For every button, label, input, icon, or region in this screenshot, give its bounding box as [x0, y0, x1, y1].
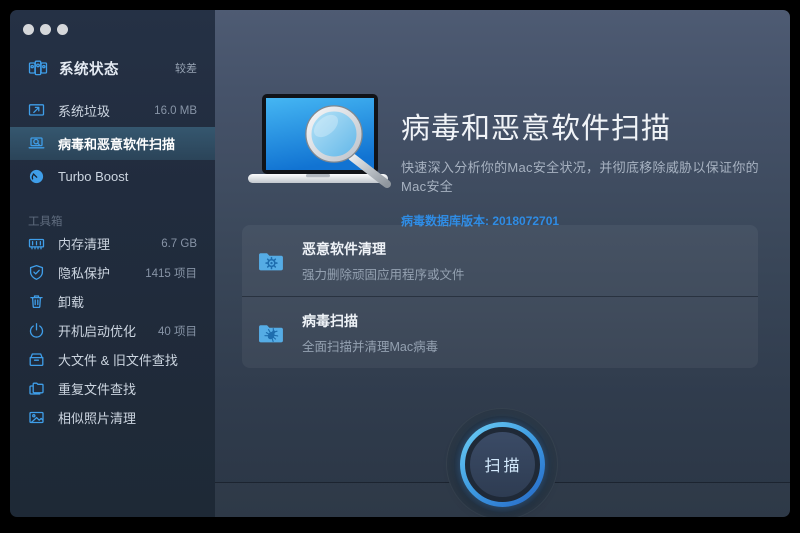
card-description: 强力删除顽固应用程序或文件: [302, 264, 465, 283]
system-status-icon: [28, 58, 48, 78]
virus-folder-icon: [258, 322, 285, 344]
close-button[interactable]: [23, 24, 34, 35]
card-title: 病毒扫描: [302, 311, 438, 331]
sidebar-item-label: Turbo Boost: [58, 169, 128, 184]
sidebar-item-memory-clean[interactable]: 内存清理 6.7 GB: [10, 229, 215, 258]
sidebar-item-label: 开机启动优化: [58, 321, 136, 340]
sidebar-item-virus-malware-scan[interactable]: 病毒和恶意软件扫描: [10, 127, 215, 160]
card-virus-scan[interactable]: 病毒扫描 全面扫描并清理Mac病毒: [242, 297, 758, 368]
minimize-button[interactable]: [40, 24, 51, 35]
memory-icon: [28, 235, 45, 252]
sidebar-item-label: 系统垃圾: [58, 101, 110, 120]
main-panel: 病毒和恶意软件扫描 快速深入分析你的Mac安全状况，并彻底移除威胁以保证你的Ma…: [215, 10, 790, 517]
sidebar-item-label: 内存清理: [58, 234, 110, 253]
scan-button-ring: 扫描: [460, 422, 545, 507]
sidebar-item-value: 16.0 MB: [154, 105, 197, 117]
card-malware-clean[interactable]: 恶意软件清理 强力删除顽固应用程序或文件: [242, 225, 758, 297]
system-status-badge: 较差: [175, 60, 197, 76]
laptop-scan-icon: [28, 135, 45, 152]
sidebar-item-large-old-files[interactable]: 大文件 & 旧文件查找: [10, 345, 215, 374]
sidebar-item-uninstall[interactable]: 卸载: [10, 287, 215, 316]
window-controls: [23, 24, 68, 35]
sidebar-item-privacy[interactable]: 隐私保护 1415 项目: [10, 258, 215, 287]
zoom-button[interactable]: [57, 24, 68, 35]
page-subtitle: 快速深入分析你的Mac安全状况，并彻底移除威胁以保证你的Mac安全: [401, 157, 776, 195]
monitor-arrow-icon: [28, 102, 45, 119]
sidebar-nav: 系统垃圾 16.0 MB 病毒和恶意软件扫描: [10, 94, 215, 193]
sidebar-toolbox: 内存清理 6.7 GB 隐私保护 1415 项目: [10, 229, 215, 432]
page-title: 病毒和恶意软件扫描: [401, 105, 776, 147]
tool-cards: 恶意软件清理 强力删除顽固应用程序或文件: [242, 225, 758, 368]
sidebar-item-label: 隐私保护: [58, 263, 110, 282]
photo-icon: [28, 409, 45, 426]
power-icon: [28, 322, 45, 339]
scan-button[interactable]: 扫描: [454, 416, 550, 512]
sidebar-item-startup-optimize[interactable]: 开机启动优化 40 项目: [10, 316, 215, 345]
speedometer-icon: [28, 168, 45, 185]
sidebar-item-label: 重复文件查找: [58, 379, 136, 398]
sidebar-item-label: 病毒和恶意软件扫描: [58, 134, 175, 153]
malware-folder-icon: [258, 250, 285, 272]
sidebar-item-label: 大文件 & 旧文件查找: [58, 350, 178, 369]
scan-button-label: 扫描: [481, 452, 522, 476]
sidebar-item-similar-photos[interactable]: 相似照片清理: [10, 403, 215, 432]
sidebar-item-value: 40 项目: [158, 323, 197, 339]
card-description: 全面扫描并清理Mac病毒: [302, 336, 438, 355]
shield-check-icon: [28, 264, 45, 281]
card-title: 恶意软件清理: [302, 239, 465, 259]
laptop-magnifier-illustration: [248, 94, 400, 201]
app-window: 系统状态 较差 系统垃圾 16.0 MB: [10, 10, 790, 517]
duplicate-folders-icon: [28, 380, 45, 397]
sidebar-item-label: 相似照片清理: [58, 408, 136, 427]
sidebar-item-system-status[interactable]: 系统状态 较差: [10, 50, 215, 86]
archive-box-icon: [28, 351, 45, 368]
sidebar-item-duplicate-files[interactable]: 重复文件查找: [10, 374, 215, 403]
sidebar-item-value: 6.7 GB: [161, 238, 197, 250]
toolbox-section-label: 工具箱: [28, 213, 63, 229]
scan-button-core: 扫描: [465, 427, 540, 502]
sidebar-item-system-junk[interactable]: 系统垃圾 16.0 MB: [10, 94, 215, 127]
sidebar-item-label: 卸载: [58, 292, 84, 311]
system-status-label: 系统状态: [59, 58, 119, 79]
sidebar-item-turbo-boost[interactable]: Turbo Boost: [10, 160, 215, 193]
hero-text: 病毒和恶意软件扫描 快速深入分析你的Mac安全状况，并彻底移除威胁以保证你的Ma…: [401, 105, 776, 229]
trash-icon: [28, 293, 45, 310]
sidebar: 系统状态 较差 系统垃圾 16.0 MB: [10, 10, 215, 517]
sidebar-item-value: 1415 项目: [145, 265, 197, 281]
